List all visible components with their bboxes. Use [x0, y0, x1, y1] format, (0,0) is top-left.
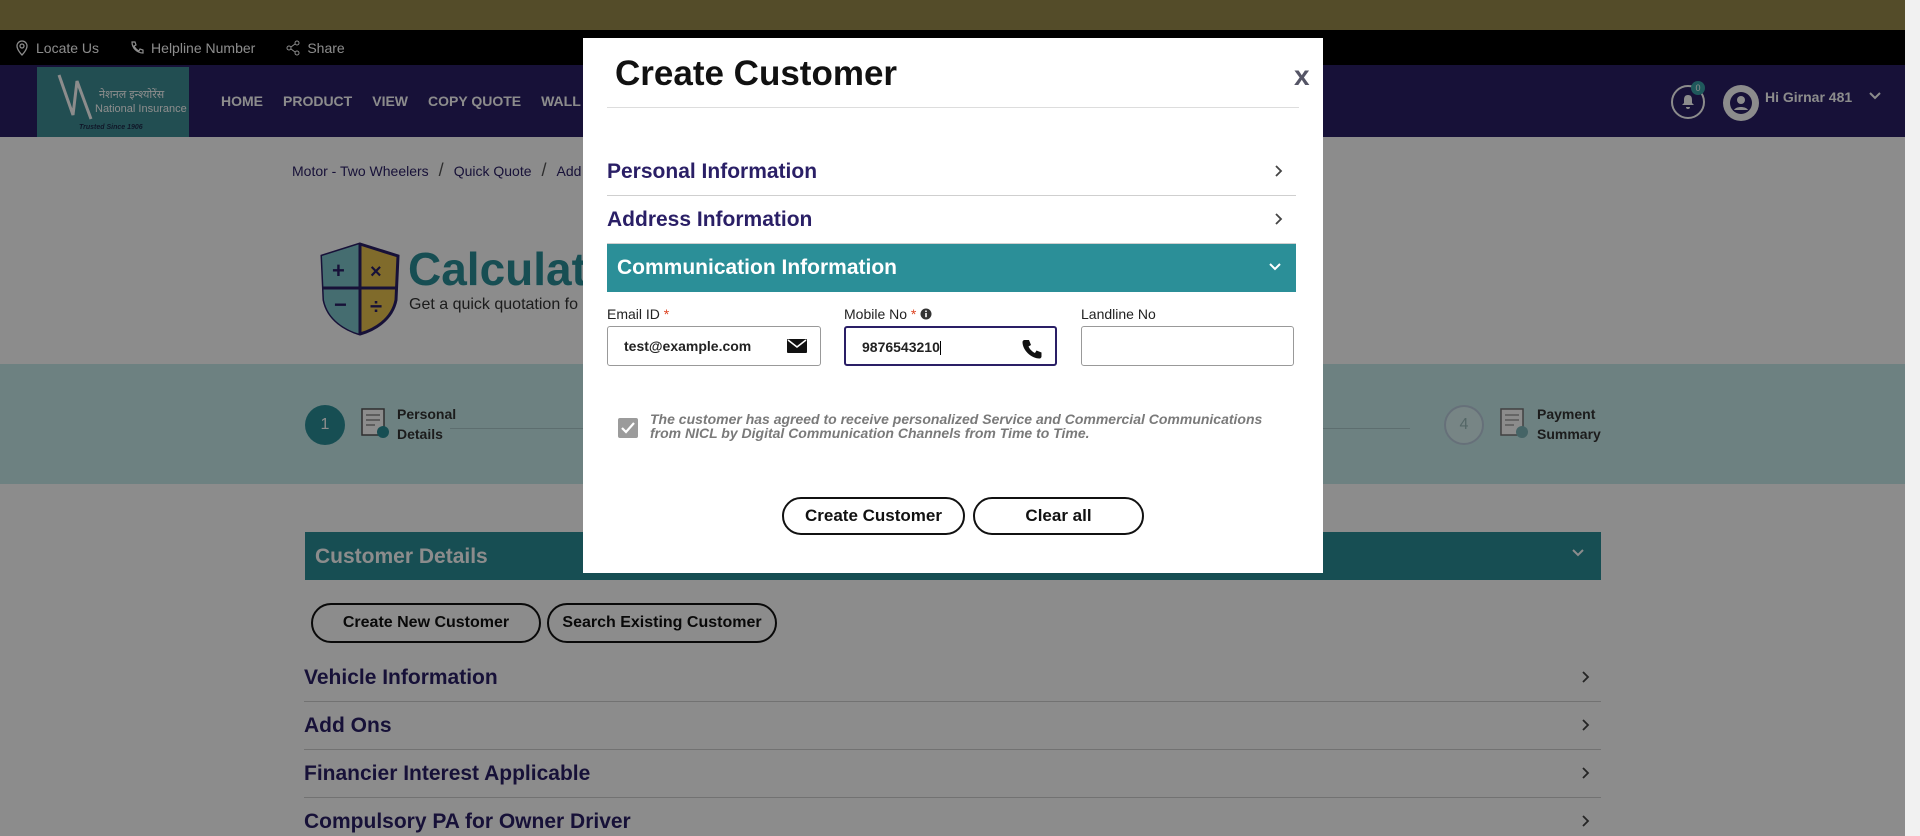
- clear-all-button[interactable]: Clear all: [973, 497, 1144, 535]
- chevron-right-icon: [1275, 213, 1283, 225]
- page-scrollbar[interactable]: [1905, 0, 1920, 836]
- mobile-value: 9876543210: [862, 339, 941, 356]
- chevron-down-icon: [1269, 263, 1281, 271]
- create-customer-button[interactable]: Create Customer: [782, 497, 965, 535]
- mobile-label: Mobile No *: [844, 306, 932, 322]
- accordion-personal-information[interactable]: Personal Information: [607, 148, 1296, 196]
- modal-title: Create Customer: [615, 54, 898, 93]
- email-value: test@example.com: [624, 338, 752, 354]
- chevron-right-icon: [1275, 165, 1283, 177]
- landline-label: Landline No: [1081, 306, 1156, 322]
- email-label: Email ID *: [607, 306, 670, 322]
- consent-checkbox[interactable]: [618, 418, 638, 438]
- close-button[interactable]: x: [1294, 60, 1310, 92]
- email-field[interactable]: test@example.com: [607, 326, 821, 366]
- modal-divider: [607, 107, 1299, 108]
- phone-icon: [1022, 340, 1042, 359]
- mobile-field[interactable]: 9876543210: [844, 326, 1057, 366]
- landline-field[interactable]: [1081, 326, 1294, 366]
- checkmark-icon: [621, 422, 635, 434]
- accordion-communication-information[interactable]: Communication Information: [607, 244, 1296, 292]
- consent-text: The customer has agreed to receive perso…: [650, 411, 1263, 441]
- accordion-address-information[interactable]: Address Information: [607, 196, 1296, 244]
- info-icon[interactable]: [920, 308, 932, 320]
- mail-icon: [787, 339, 807, 353]
- text-caret: [939, 341, 941, 356]
- create-customer-modal: Create Customer x Personal Information A…: [583, 38, 1323, 573]
